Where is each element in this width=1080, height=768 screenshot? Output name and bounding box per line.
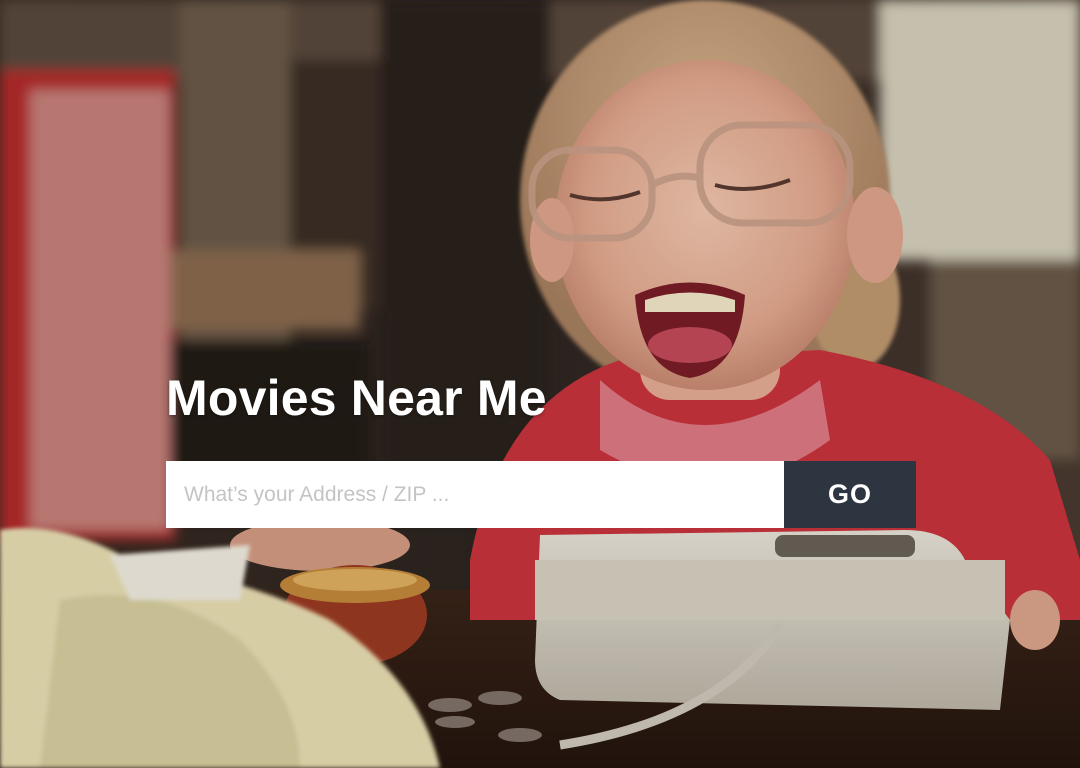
go-button[interactable]: GO xyxy=(784,461,916,528)
hero-section: Movies Near Me GO xyxy=(0,0,1080,768)
page-title: Movies Near Me xyxy=(166,370,547,426)
location-search-form: GO xyxy=(166,461,916,528)
hero-content: Movies Near Me GO xyxy=(166,368,916,528)
address-zip-input[interactable] xyxy=(166,461,784,528)
